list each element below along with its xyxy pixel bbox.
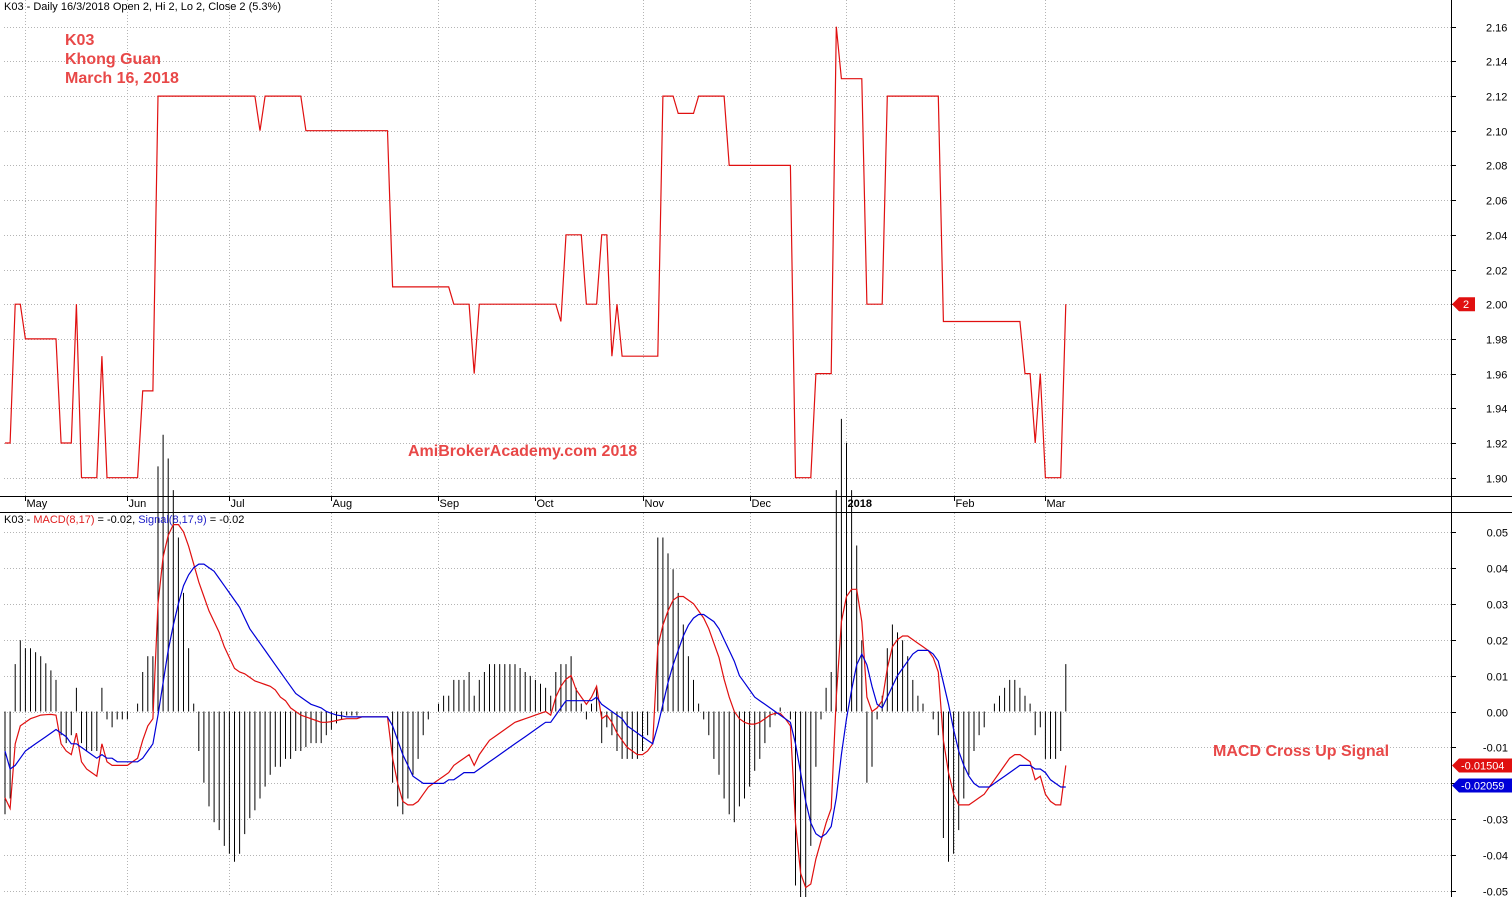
month-label: Sep bbox=[440, 498, 460, 510]
price-header-info: - Daily 16/3/2018 Open 2, Hi 2, Lo 2, Cl… bbox=[23, 1, 281, 13]
month-label: Mar bbox=[1047, 498, 1066, 510]
month-label: Jun bbox=[129, 498, 147, 510]
month-label: May bbox=[27, 498, 48, 510]
macd-header-macd-value: = -0.02, bbox=[94, 514, 139, 526]
price-tick-label: 2.08 bbox=[1486, 161, 1507, 173]
price-tick-label: 1.90 bbox=[1486, 474, 1507, 486]
macd-tick-label: -0.03 bbox=[1483, 815, 1508, 827]
macd-tick-label: 0.02 bbox=[1487, 636, 1508, 648]
last-macd-label: -0.01504 bbox=[1461, 761, 1504, 773]
chart-canvas: May Jun Jul Aug Sep Oct Nov Dec 2018 Feb Mar1.901.… bbox=[0, 0, 1512, 897]
macd-tick-label: -0.05 bbox=[1483, 887, 1508, 897]
price-tick-label: 2.10 bbox=[1486, 127, 1507, 139]
price-tick-label: 1.98 bbox=[1486, 335, 1507, 347]
price-tick-label: 1.94 bbox=[1486, 404, 1507, 416]
price-tick-label: 1.92 bbox=[1486, 439, 1507, 451]
price-tick-label: 1.96 bbox=[1486, 370, 1507, 382]
last-price-label: 2 bbox=[1463, 299, 1469, 311]
price-pane-header: K03 - Daily 16/3/2018 Open 2, Hi 2, Lo 2… bbox=[4, 1, 281, 13]
macd-tick-label: -0.04 bbox=[1483, 851, 1508, 863]
annotation-date: March 16, 2018 bbox=[65, 70, 179, 87]
price-tick-label: 2.06 bbox=[1486, 196, 1507, 208]
price-tick-label: 2.12 bbox=[1486, 92, 1507, 104]
macd-tick-label: 0.04 bbox=[1487, 564, 1508, 576]
month-label: Aug bbox=[333, 498, 353, 510]
macd-pane-header: K03 - MACD(8,17) = -0.02, Signal(8,17,9)… bbox=[4, 514, 244, 526]
annotation-symbol: K03 bbox=[65, 32, 95, 49]
month-label: Oct bbox=[537, 498, 554, 510]
macd-header-separator: - bbox=[23, 514, 34, 526]
price-tick-label: 2.00 bbox=[1486, 300, 1507, 312]
month-label: Dec bbox=[752, 498, 772, 510]
last-signal-label: -0.02059 bbox=[1461, 781, 1504, 793]
price-tick-label: 2.16 bbox=[1486, 23, 1507, 35]
macd-tick-label: 0.05 bbox=[1487, 528, 1508, 540]
month-label: Nov bbox=[645, 498, 665, 510]
macd-tick-label: 0.00 bbox=[1487, 708, 1508, 720]
price-tick-label: 2.14 bbox=[1486, 57, 1507, 69]
macd-header-symbol: K03 bbox=[4, 514, 24, 526]
macd-signal-annotation: MACD Cross Up Signal bbox=[1213, 743, 1390, 760]
annotation-company: Khong Guan bbox=[65, 51, 161, 68]
price-header-symbol: K03 bbox=[4, 1, 24, 13]
macd-header-macd-label: MACD(8,17) bbox=[33, 514, 95, 526]
month-label: Feb bbox=[956, 498, 975, 510]
macd-header-signal-value: = -0.02 bbox=[206, 514, 245, 526]
chart-window: May Jun Jul Aug Sep Oct Nov Dec 2018 Feb Mar 1.90 1.… bbox=[0, 0, 1512, 897]
price-tick-label: 2.02 bbox=[1486, 266, 1507, 278]
watermark-text: AmiBrokerAcademy.com 2018 bbox=[408, 443, 638, 460]
macd-header-signal-label: Signal(8,17,9) bbox=[138, 514, 207, 526]
macd-tick-label: 0.03 bbox=[1487, 600, 1508, 612]
macd-tick-label: -0.01 bbox=[1483, 743, 1508, 755]
month-label: Jul bbox=[231, 498, 245, 510]
price-tick-label: 2.04 bbox=[1486, 231, 1507, 243]
macd-tick-label: 0.01 bbox=[1487, 672, 1508, 684]
